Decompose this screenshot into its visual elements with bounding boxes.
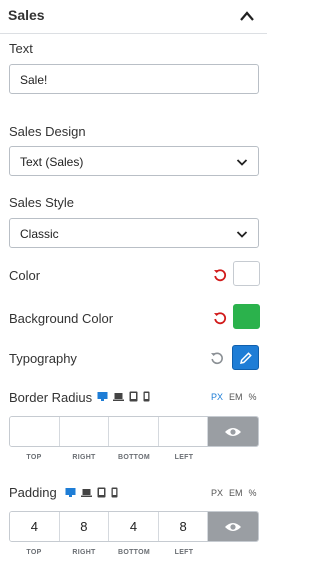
padding-top-input[interactable]: 4 [10, 512, 60, 541]
reset-icon[interactable] [210, 351, 224, 365]
border-radius-side-labels: TOP RIGHT BOTTOM LEFT [9, 454, 209, 461]
sales-style-label: Sales Style [9, 195, 75, 210]
chevron-up-icon[interactable] [237, 8, 257, 24]
side-label-top: TOP [26, 549, 42, 556]
padding-units: PX EM % [211, 488, 257, 498]
text-input[interactable]: Sale! [9, 64, 259, 94]
side-label-bottom: BOTTOM [117, 454, 150, 461]
padding-left-input[interactable]: 8 [158, 512, 209, 541]
text-input-value: Sale! [20, 73, 48, 87]
sales-design-value: Text (Sales) [20, 155, 84, 169]
reset-icon[interactable] [213, 268, 227, 282]
typography-label: Typography [9, 351, 77, 366]
desktop-icon[interactable] [65, 487, 76, 498]
link-values-button[interactable] [208, 512, 258, 541]
sales-panel-header[interactable]: Sales [0, 0, 267, 34]
border-radius-right-input[interactable] [59, 417, 110, 446]
chevron-down-icon [236, 159, 248, 166]
sales-design-label: Sales Design [9, 124, 86, 139]
sales-style-value: Classic [20, 227, 59, 241]
background-color-label: Background Color [9, 311, 114, 326]
desktop-icon[interactable] [97, 391, 108, 402]
border-radius-left-input[interactable] [158, 417, 209, 446]
laptop-icon[interactable] [113, 391, 124, 402]
unit-px[interactable]: PX [211, 392, 223, 402]
sales-design-select[interactable]: Text (Sales) [9, 146, 259, 176]
padding-label: Padding [9, 485, 57, 500]
mobile-icon[interactable] [143, 391, 150, 402]
side-label-top: TOP [26, 454, 42, 461]
color-label: Color [9, 268, 41, 283]
padding-side-labels: TOP RIGHT BOTTOM LEFT [9, 549, 209, 556]
link-values-button[interactable] [208, 417, 258, 446]
border-radius-bottom-input[interactable] [109, 417, 159, 446]
border-radius-top-input[interactable] [10, 417, 60, 446]
padding-right-input[interactable]: 8 [59, 512, 110, 541]
border-radius-units: PX EM % [211, 392, 257, 402]
padding-inputs: 4 8 4 8 [9, 511, 259, 542]
sales-style-select[interactable]: Classic [9, 218, 259, 248]
mobile-icon[interactable] [111, 487, 118, 498]
text-label: Text [9, 41, 33, 56]
side-label-right: RIGHT [72, 549, 96, 556]
side-label-left: LEFT [174, 454, 194, 461]
tablet-icon[interactable] [97, 487, 106, 498]
color-swatch[interactable] [233, 261, 260, 286]
side-label-right: RIGHT [72, 454, 96, 461]
unit-px[interactable]: PX [211, 488, 223, 498]
unit-em[interactable]: EM [229, 392, 243, 402]
eye-icon [225, 522, 242, 531]
panel-title: Sales [8, 7, 45, 23]
typography-edit-button[interactable] [232, 345, 259, 370]
eye-icon [225, 427, 242, 436]
padding-bottom-input[interactable]: 4 [109, 512, 159, 541]
side-label-bottom: BOTTOM [117, 549, 150, 556]
border-radius-inputs [9, 416, 259, 447]
pencil-icon [240, 352, 252, 364]
chevron-down-icon [236, 231, 248, 238]
background-color-swatch[interactable] [233, 304, 260, 329]
laptop-icon[interactable] [81, 487, 92, 498]
unit-em[interactable]: EM [229, 488, 243, 498]
unit-percent[interactable]: % [249, 392, 257, 402]
border-radius-label: Border Radius [9, 390, 93, 405]
unit-percent[interactable]: % [249, 488, 257, 498]
reset-icon[interactable] [213, 311, 227, 325]
side-label-left: LEFT [174, 549, 194, 556]
tablet-icon[interactable] [129, 391, 138, 402]
